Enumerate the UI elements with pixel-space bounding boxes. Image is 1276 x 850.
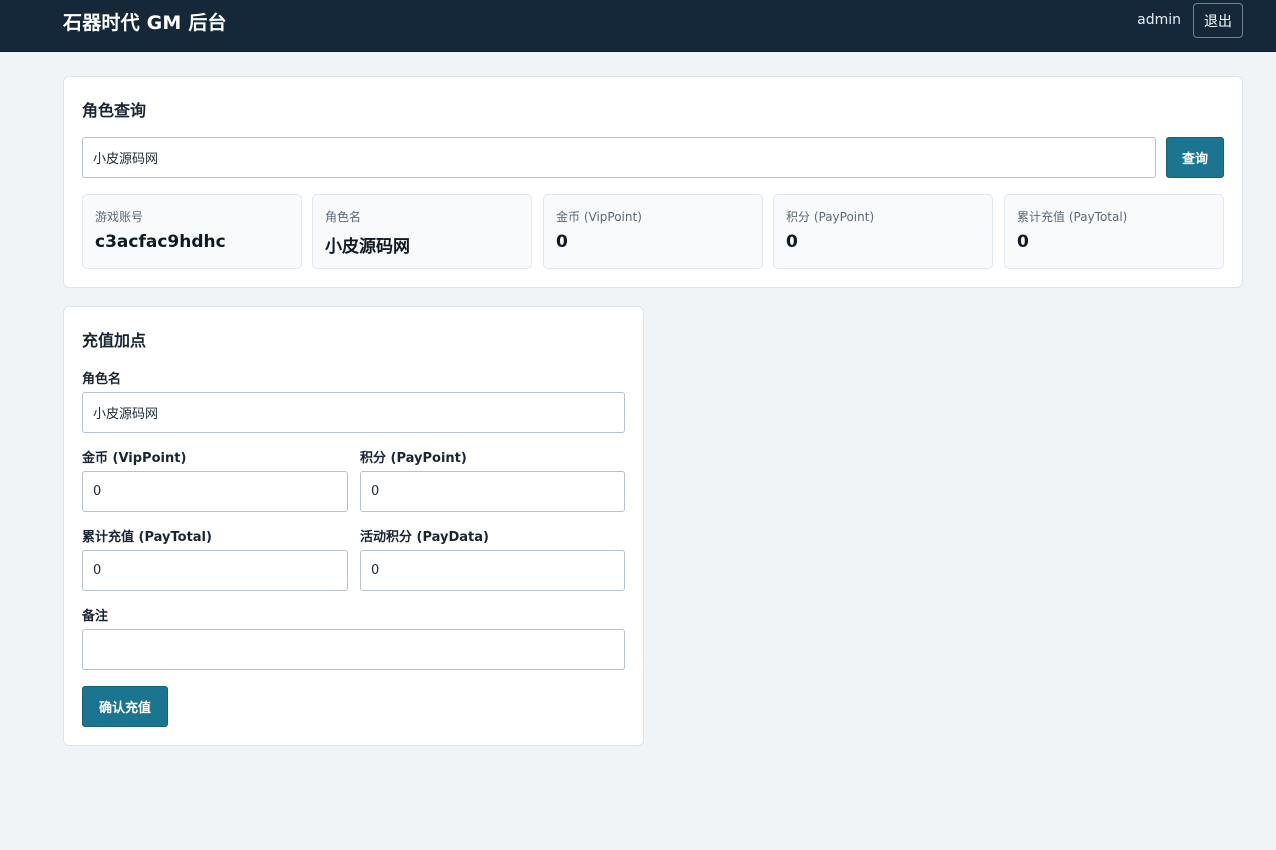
logout-button[interactable]: 退出 (1193, 3, 1243, 38)
stat-label: 累计充值 (PayTotal) (1017, 210, 1128, 224)
role-search-input[interactable] (82, 137, 1156, 178)
stat-account: 游戏账号 c3acfac9hdhc (82, 194, 302, 269)
stat-pay-total: 累计充值 (PayTotal) 0 (1004, 194, 1224, 269)
query-button[interactable]: 查询 (1166, 137, 1224, 178)
stat-role-name: 角色名 小皮源码网 (312, 194, 532, 269)
vip-point-label: 金币 (VipPoint) (82, 451, 187, 466)
top-navbar: 石器时代 GM 后台 admin 退出 (0, 0, 1276, 52)
app-title: 石器时代 GM 后台 (63, 12, 227, 34)
stat-vip-point: 金币 (VipPoint) 0 (543, 194, 763, 269)
confirm-recharge-button[interactable]: 确认充值 (82, 686, 168, 727)
pay-total-input[interactable] (82, 550, 348, 591)
note-label: 备注 (82, 609, 109, 624)
pay-data-label: 活动积分 (PayData) (360, 530, 489, 545)
stat-label: 游戏账号 (95, 210, 144, 224)
stat-value: 小皮源码网 (325, 237, 410, 257)
recharge-title: 充值加点 (82, 331, 147, 350)
role-name-input[interactable] (82, 392, 625, 433)
stat-pay-point: 积分 (PayPoint) 0 (773, 194, 993, 269)
pay-point-input[interactable] (360, 471, 625, 512)
stat-value: 0 (556, 232, 568, 252)
username: admin (1137, 12, 1181, 28)
pay-point-label: 积分 (PayPoint) (360, 451, 467, 466)
stat-label: 金币 (VipPoint) (556, 210, 642, 224)
stat-label: 角色名 (325, 210, 362, 224)
stat-value: 0 (786, 232, 798, 252)
role-query-card: 角色查询 查询 游戏账号 c3acfac9hdhc 角色名 小皮源码网 金币 (… (63, 76, 1243, 288)
stat-value: c3acfac9hdhc (95, 232, 226, 252)
note-input[interactable] (82, 629, 625, 670)
recharge-card: 充值加点 角色名 金币 (VipPoint) 积分 (PayPoint) 累计充… (63, 306, 644, 746)
stat-label: 积分 (PayPoint) (786, 210, 875, 224)
pay-data-input[interactable] (360, 550, 625, 591)
role-query-title: 角色查询 (82, 101, 147, 120)
vip-point-input[interactable] (82, 471, 348, 512)
pay-total-label: 累计充值 (PayTotal) (82, 530, 212, 545)
stat-value: 0 (1017, 232, 1029, 252)
role-name-label: 角色名 (82, 372, 122, 387)
